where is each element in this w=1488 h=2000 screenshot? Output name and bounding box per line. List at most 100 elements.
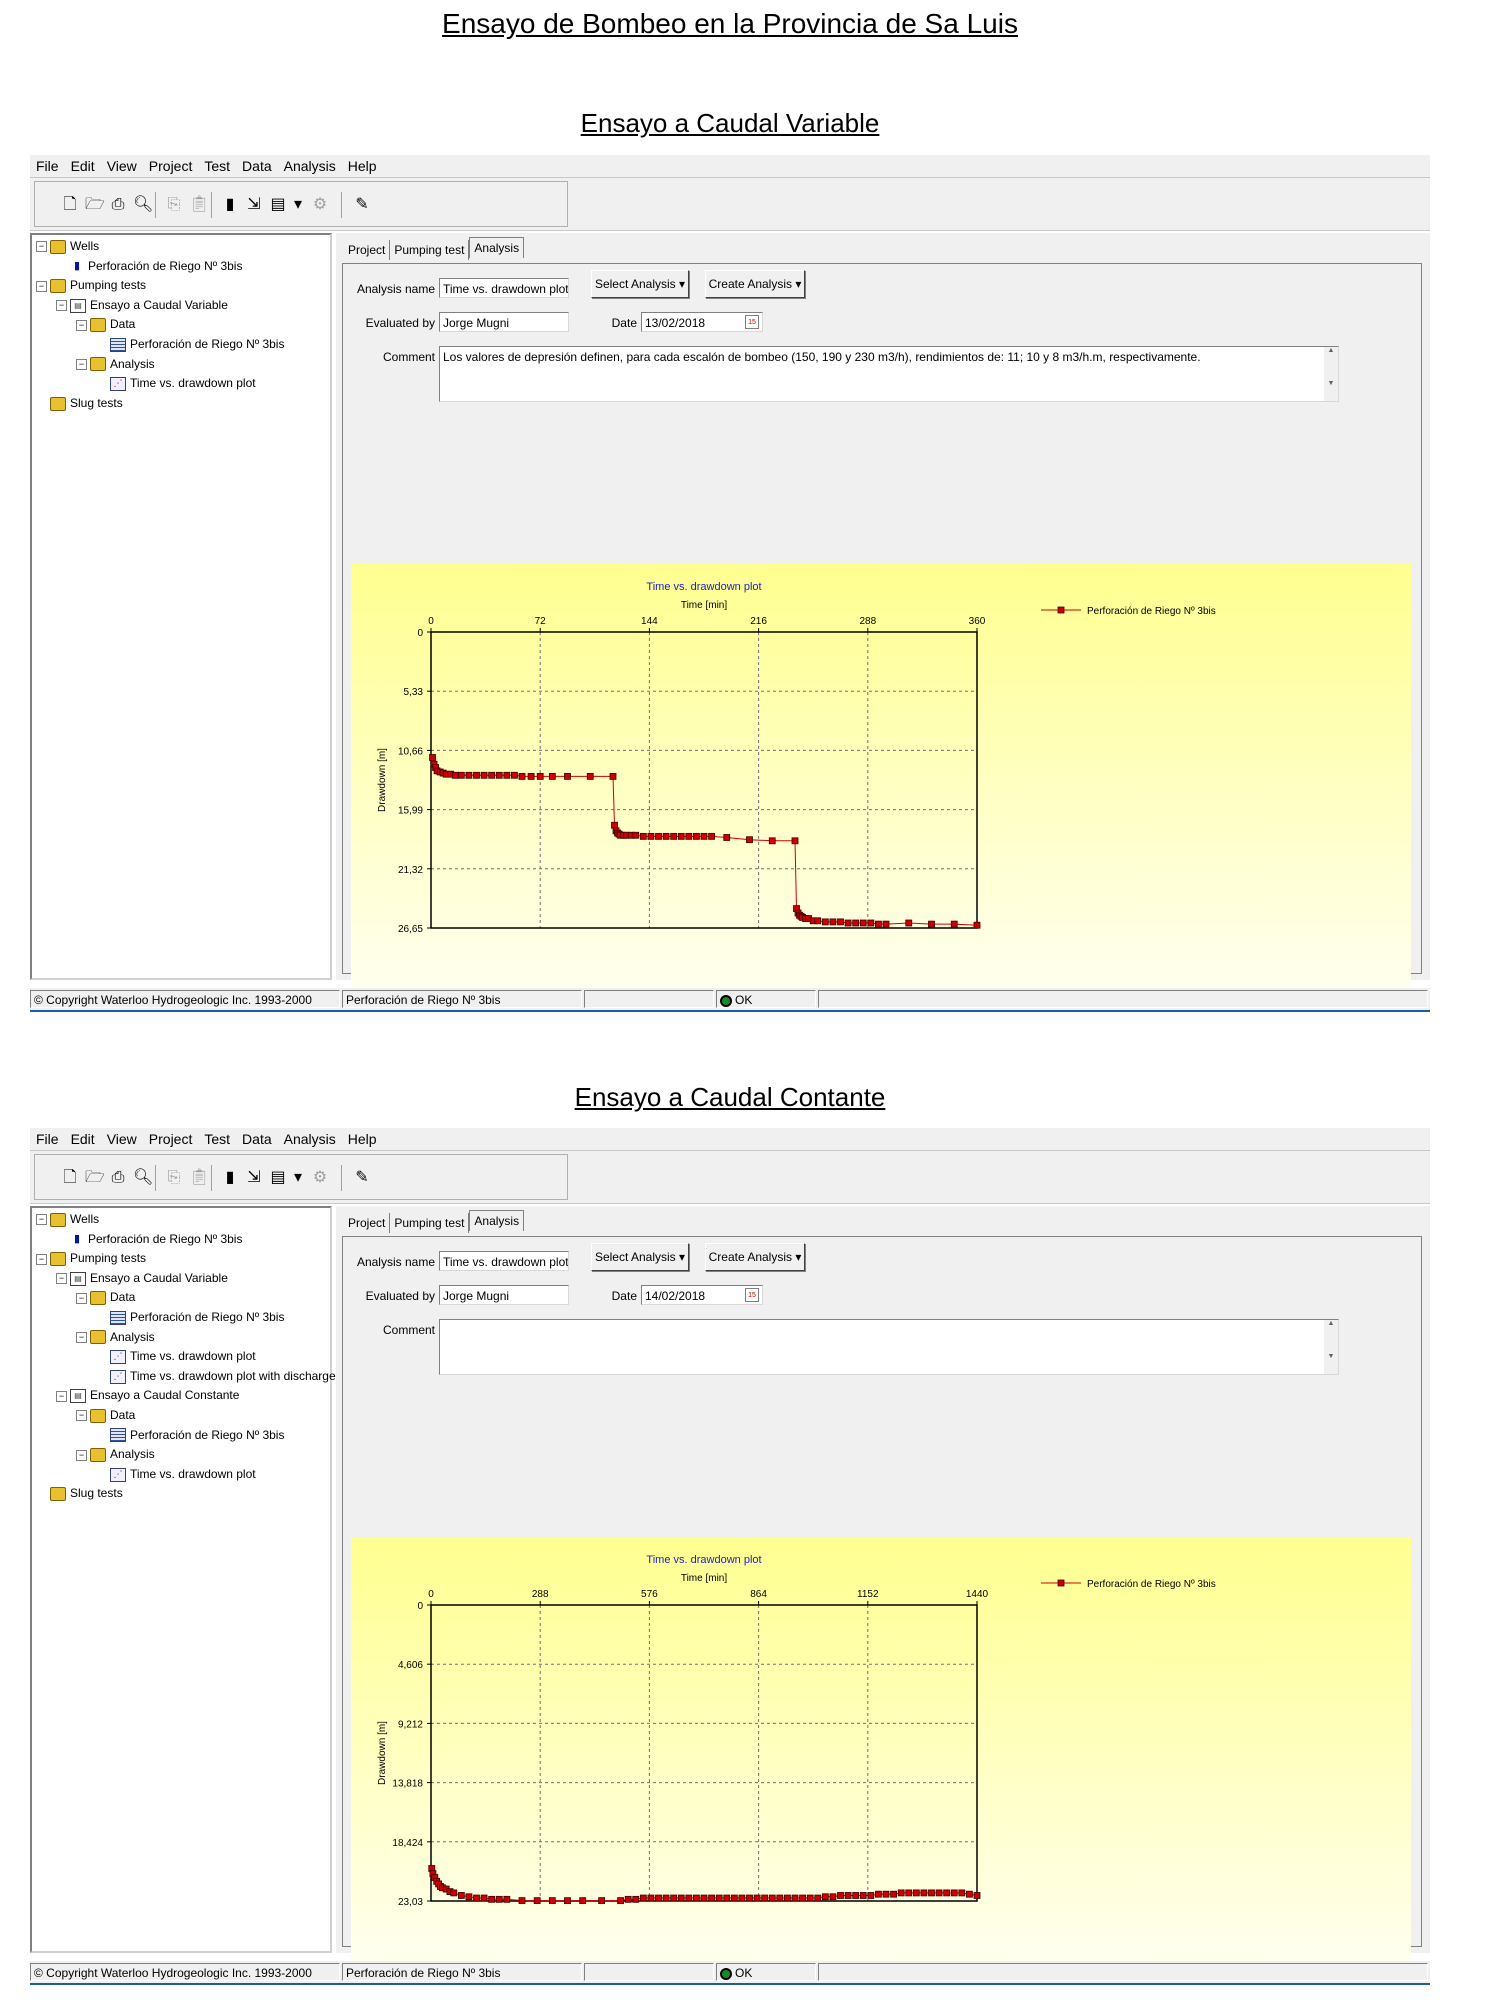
- menu-item-file[interactable]: File: [30, 1128, 65, 1147]
- menu-item-test[interactable]: Test: [198, 155, 236, 174]
- create-analysis-button[interactable]: Create Analysis ▾: [705, 270, 805, 298]
- calendar-icon[interactable]: 15: [745, 1288, 759, 1302]
- scroll-up-icon[interactable]: ▲: [1324, 1320, 1338, 1327]
- tree-expander-icon[interactable]: −: [56, 1273, 67, 1285]
- tree-node[interactable]: −▬ Data: [76, 1288, 135, 1306]
- tree-expander-icon[interactable]: −: [36, 280, 47, 292]
- tree-node[interactable]: ⋰ Time vs. drawdown plot: [110, 374, 256, 392]
- tree-expander-icon[interactable]: −: [76, 1331, 87, 1343]
- comment-scrollbar[interactable]: ▲ ▼: [1324, 1320, 1338, 1374]
- tree-node[interactable]: ▮ Perforación de Riego Nº 3bis: [70, 257, 243, 275]
- calendar-icon[interactable]: 15: [745, 315, 759, 329]
- tree-node[interactable]: −▬ Pumping tests: [36, 1249, 146, 1267]
- menu-item-test[interactable]: Test: [198, 1128, 236, 1147]
- project-tree[interactable]: −▬Wells ▮Perforación de Riego Nº 3bis−▬Pu…: [30, 233, 332, 980]
- comment-field[interactable]: Los valores de depresión definen, para c…: [439, 346, 1339, 402]
- tree-node[interactable]: ▦ Perforación de Riego Nº 3bis: [110, 335, 284, 353]
- tab-pumping-test[interactable]: Pumping test: [390, 1213, 470, 1233]
- select-analysis-button[interactable]: Select Analysis ▾: [591, 1243, 689, 1271]
- menu-item-view[interactable]: View: [101, 155, 143, 174]
- tree-expander-icon[interactable]: −: [56, 1390, 67, 1402]
- tree-expander-icon[interactable]: −: [76, 358, 87, 370]
- tree-expander-icon[interactable]: −: [36, 241, 47, 253]
- tree-node[interactable]: ▬ Slug tests: [50, 394, 123, 412]
- wizard-icon[interactable]: ✎: [353, 194, 371, 214]
- tree-node[interactable]: −▬ Analysis: [76, 355, 155, 373]
- open-folder-icon[interactable]: 🗁: [85, 1167, 105, 1187]
- create-analysis-button[interactable]: Create Analysis ▾: [705, 1243, 805, 1271]
- report-icon[interactable]: ▤: [269, 194, 287, 214]
- tree-expander-icon[interactable]: −: [76, 1449, 87, 1461]
- copy-icon[interactable]: ⎘: [165, 1167, 183, 1187]
- scroll-up-icon[interactable]: ▲: [1324, 347, 1338, 354]
- comment-field[interactable]: ▲ ▼: [439, 1319, 1339, 1375]
- scroll-down-icon[interactable]: ▼: [1324, 1353, 1338, 1360]
- comment-scrollbar[interactable]: ▲ ▼: [1324, 347, 1338, 401]
- print-preview-icon[interactable]: 🔍︎: [133, 194, 153, 214]
- paste-icon[interactable]: 📋︎: [189, 194, 209, 214]
- paste-icon[interactable]: 📋︎: [189, 1167, 209, 1187]
- import-icon[interactable]: ⇲: [245, 1167, 263, 1187]
- menu-item-project[interactable]: Project: [143, 1128, 199, 1147]
- well-icon[interactable]: ▮: [221, 194, 239, 214]
- tree-node[interactable]: ▮ Perforación de Riego Nº 3bis: [70, 1230, 243, 1248]
- tree-node[interactable]: −▬ Wells: [36, 237, 99, 255]
- open-folder-icon[interactable]: 🗁: [85, 194, 105, 214]
- tree-node[interactable]: − ▤ Ensayo a Caudal Variable: [56, 1269, 228, 1287]
- tree-node[interactable]: −▬ Analysis: [76, 1445, 155, 1463]
- tree-node[interactable]: −▬ Pumping tests: [36, 276, 146, 294]
- menu-item-help[interactable]: Help: [342, 155, 383, 174]
- tree-node[interactable]: −▬ Wells: [36, 1210, 99, 1228]
- tree-expander-icon[interactable]: −: [76, 1410, 87, 1422]
- dropdown-arrow-icon[interactable]: ▾: [289, 1167, 307, 1187]
- print-preview-icon[interactable]: 🔍︎: [133, 1167, 153, 1187]
- tree-node[interactable]: ▦ Perforación de Riego Nº 3bis: [110, 1426, 284, 1444]
- print-icon[interactable]: ⎙: [109, 194, 127, 214]
- project-tree[interactable]: −▬Wells ▮Perforación de Riego Nº 3bis−▬Pu…: [30, 1206, 336, 1953]
- copy-icon[interactable]: ⎘: [165, 194, 183, 214]
- tree-expander-icon[interactable]: −: [76, 319, 87, 331]
- menu-item-data[interactable]: Data: [236, 155, 278, 174]
- tab-pumping-test[interactable]: Pumping test: [390, 240, 470, 260]
- tree-node[interactable]: −▬ Data: [76, 315, 135, 333]
- analysis-name-input[interactable]: Time vs. drawdown plot: [439, 1251, 569, 1271]
- tree-expander-icon[interactable]: −: [76, 1292, 87, 1304]
- select-analysis-button[interactable]: Select Analysis ▾: [591, 270, 689, 298]
- tree-node[interactable]: ⋰ Time vs. drawdown plot: [110, 1465, 256, 1483]
- tree-node[interactable]: ⋰ Time vs. drawdown plot: [110, 1347, 256, 1365]
- plot-area[interactable]: Time vs. drawdown plot Time [min] Drawdown…: [351, 564, 1411, 992]
- new-file-icon[interactable]: 🗋: [61, 1167, 79, 1187]
- tree-node[interactable]: − ▤ Ensayo a Caudal Variable: [56, 296, 228, 314]
- well-icon[interactable]: ▮: [221, 1167, 239, 1187]
- menu-item-file[interactable]: File: [30, 155, 65, 174]
- settings-icon[interactable]: ⚙: [311, 194, 329, 214]
- dropdown-arrow-icon[interactable]: ▾: [289, 194, 307, 214]
- analysis-name-input[interactable]: Time vs. drawdown plot: [439, 278, 569, 298]
- evaluated-by-input[interactable]: Jorge Mugni: [439, 312, 569, 332]
- tree-expander-icon[interactable]: −: [56, 300, 67, 312]
- tree-node[interactable]: ▦ Perforación de Riego Nº 3bis: [110, 1308, 284, 1326]
- tree-node[interactable]: ⋰ Time vs. drawdown plot with discharge: [110, 1367, 336, 1385]
- tab-project[interactable]: Project: [344, 240, 391, 260]
- wizard-icon[interactable]: ✎: [353, 1167, 371, 1187]
- tab-analysis[interactable]: Analysis: [469, 1210, 525, 1231]
- new-file-icon[interactable]: 🗋: [61, 194, 79, 214]
- evaluated-by-input[interactable]: Jorge Mugni: [439, 1285, 569, 1305]
- tree-node[interactable]: ▬ Slug tests: [50, 1484, 123, 1502]
- menu-item-analysis[interactable]: Analysis: [278, 1128, 342, 1147]
- tree-expander-icon[interactable]: −: [36, 1253, 47, 1265]
- tree-node[interactable]: −▬ Analysis: [76, 1328, 155, 1346]
- tree-node[interactable]: −▬ Data: [76, 1406, 135, 1424]
- menu-item-view[interactable]: View: [101, 1128, 143, 1147]
- scroll-down-icon[interactable]: ▼: [1324, 380, 1338, 387]
- menu-item-data[interactable]: Data: [236, 1128, 278, 1147]
- tab-project[interactable]: Project: [344, 1213, 391, 1233]
- import-icon[interactable]: ⇲: [245, 194, 263, 214]
- print-icon[interactable]: ⎙: [109, 1167, 127, 1187]
- menu-item-edit[interactable]: Edit: [65, 155, 101, 174]
- plot-area[interactable]: Time vs. drawdown plot Time [min] Drawdown…: [351, 1537, 1411, 1965]
- menu-item-analysis[interactable]: Analysis: [278, 155, 342, 174]
- report-icon[interactable]: ▤: [269, 1167, 287, 1187]
- tree-node[interactable]: − ▤ Ensayo a Caudal Constante: [56, 1386, 239, 1404]
- menu-item-edit[interactable]: Edit: [65, 1128, 101, 1147]
